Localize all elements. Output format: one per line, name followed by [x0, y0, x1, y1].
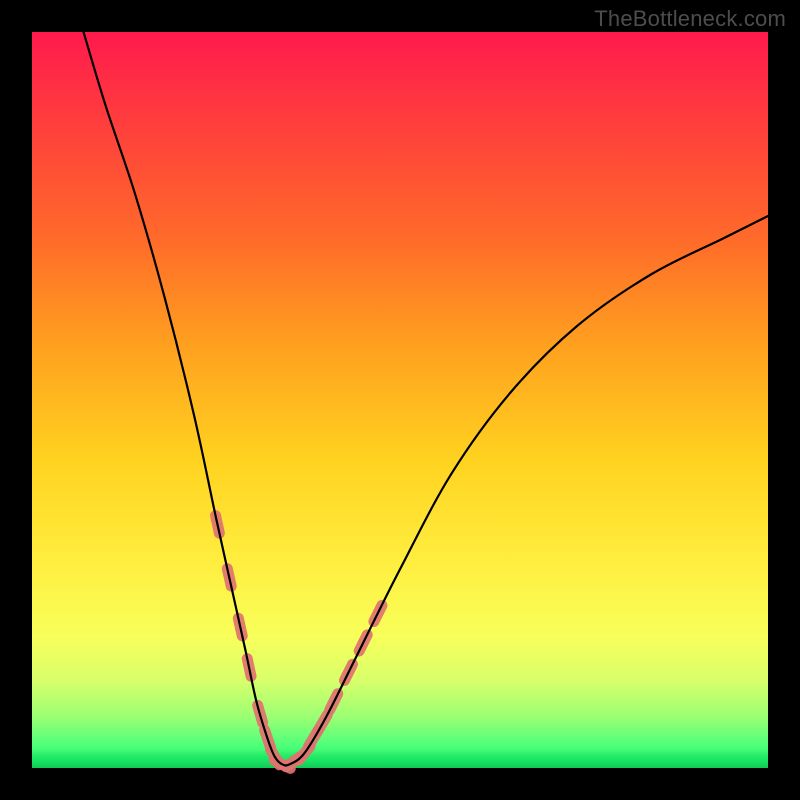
- curve-layer: [32, 32, 768, 768]
- highlight-segments: [216, 516, 382, 769]
- bottleneck-curve: [84, 32, 768, 765]
- watermark-text: TheBottleneck.com: [594, 6, 786, 32]
- chart-frame: TheBottleneck.com: [0, 0, 800, 800]
- plot-area: [32, 32, 768, 768]
